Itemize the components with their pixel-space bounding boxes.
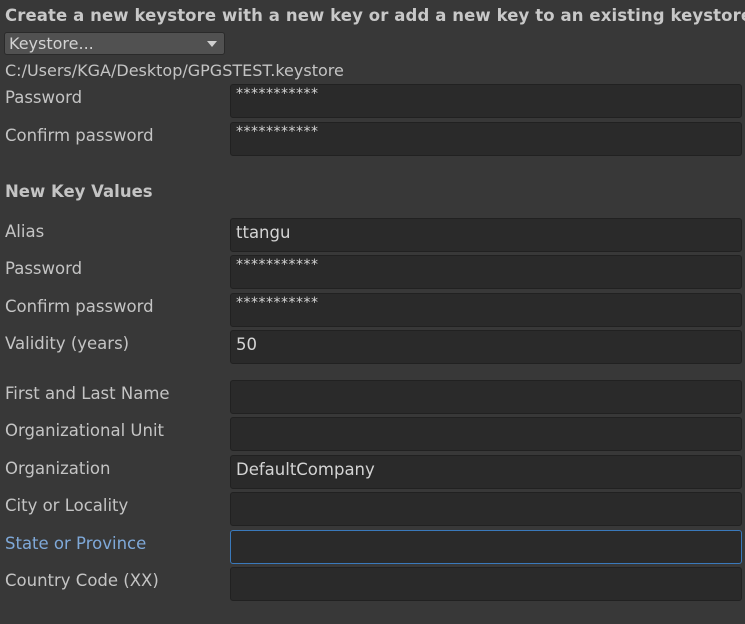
state-field[interactable] [230,530,742,564]
keystore-password-field[interactable]: *********** [230,84,742,118]
key-password-label: Password [5,259,83,278]
country-code-field[interactable] [230,567,742,601]
validity-label: Validity (years) [5,334,130,353]
keystore-dropdown[interactable]: Keystore... [4,32,225,55]
alias-field[interactable]: ttangu [230,218,742,252]
new-key-section-title: New Key Values [5,182,153,201]
city-label: City or Locality [5,496,129,515]
key-password-field[interactable]: *********** [230,255,742,289]
state-label: State or Province [5,534,147,553]
organization-field[interactable]: DefaultCompany [230,455,742,489]
organization-label: Organization [5,459,111,478]
keystore-path: C:/Users/KGA/Desktop/GPGSTEST.keystore [5,61,344,80]
page-title: Create a new keystore with a new key or … [5,6,745,25]
validity-field[interactable]: 50 [230,330,742,364]
alias-label: Alias [5,222,45,241]
org-unit-label: Organizational Unit [5,421,165,440]
org-unit-field[interactable] [230,417,742,451]
chevron-down-icon [207,41,217,47]
keystore-confirm-password-field[interactable]: *********** [230,122,742,156]
city-field[interactable] [230,492,742,526]
key-confirm-password-field[interactable]: *********** [230,293,742,327]
country-code-label: Country Code (XX) [5,571,159,590]
name-field[interactable] [230,380,742,414]
name-label: First and Last Name [5,384,170,403]
key-confirm-password-label: Confirm password [5,297,154,316]
keystore-confirm-password-label: Confirm password [5,126,154,145]
keystore-dropdown-label: Keystore... [9,34,94,53]
keystore-password-label: Password [5,88,83,107]
